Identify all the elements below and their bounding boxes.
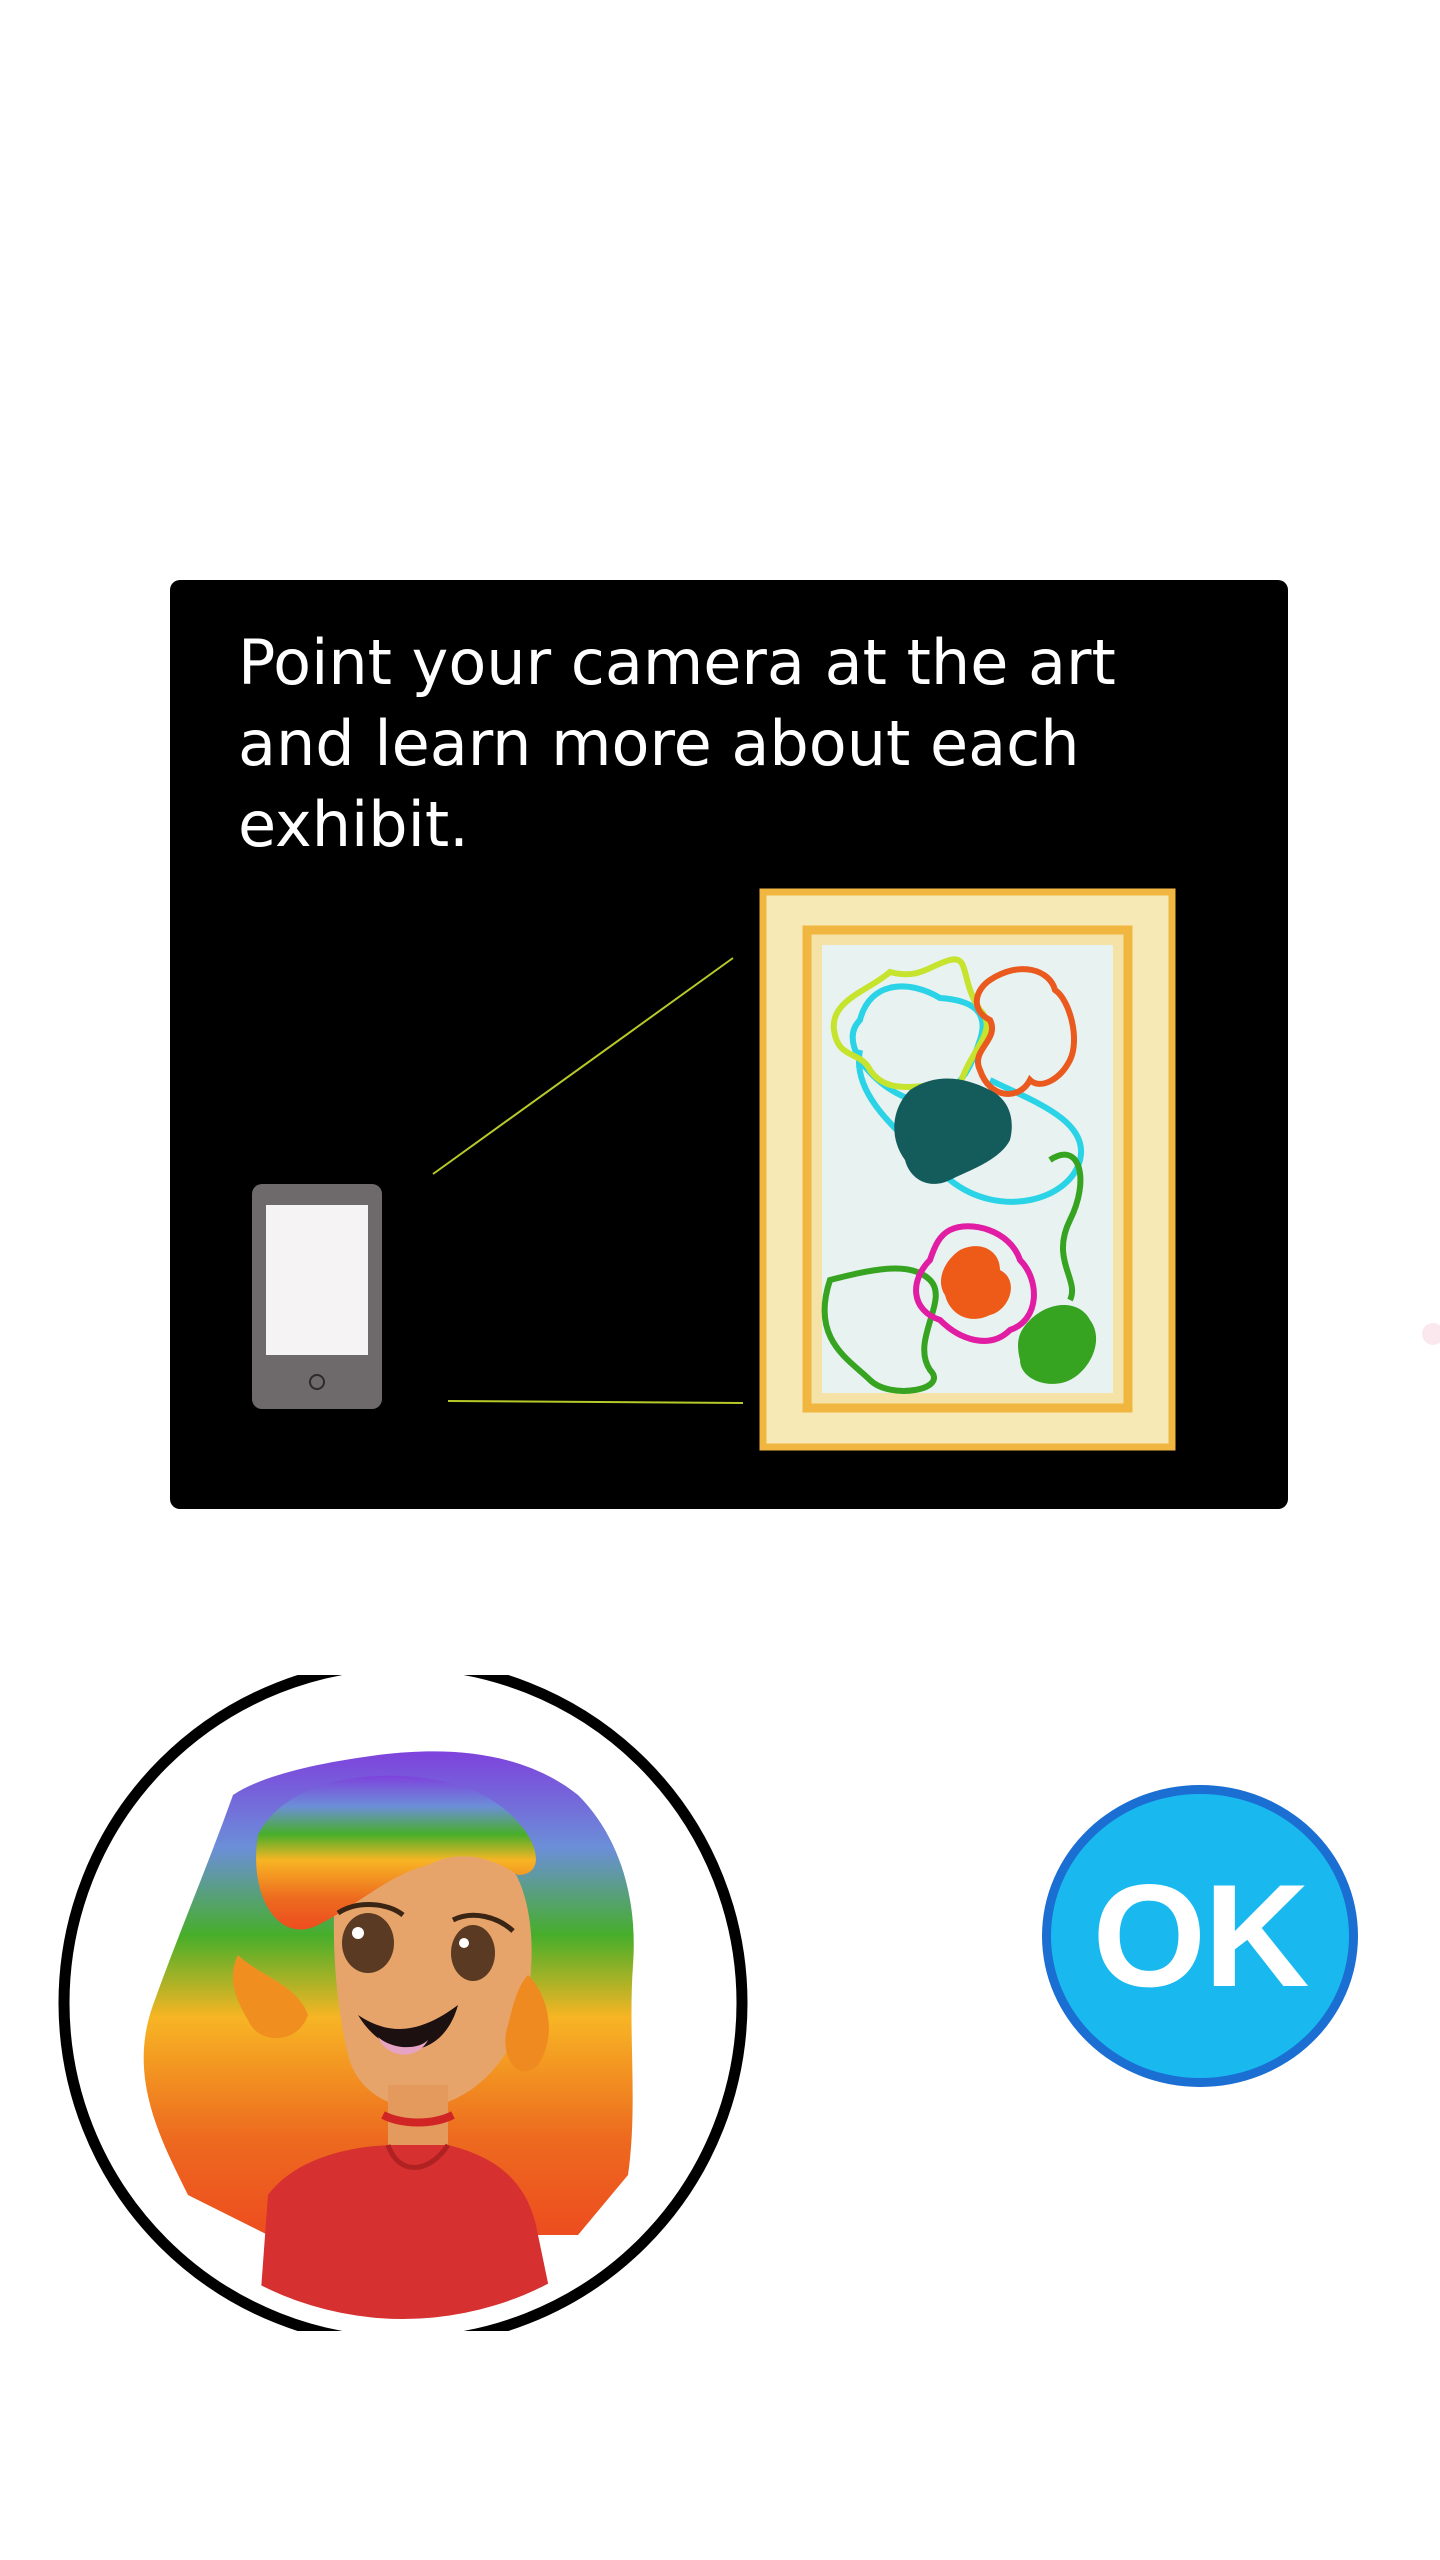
camera-illustration — [252, 888, 1176, 1451]
sight-line-bottom — [447, 1400, 744, 1404]
phone-icon — [252, 1184, 382, 1409]
rainbow-hair-guide-avatar — [58, 1675, 748, 2331]
instruction-card: Point your camera at the art and learn m… — [170, 580, 1288, 1509]
decorative-dot — [1422, 1323, 1440, 1345]
ok-button-label: OK — [1092, 1854, 1310, 2017]
ok-button[interactable]: OK — [1042, 1785, 1358, 2087]
sight-line-top — [432, 957, 734, 1175]
framed-painting-icon — [759, 888, 1176, 1451]
